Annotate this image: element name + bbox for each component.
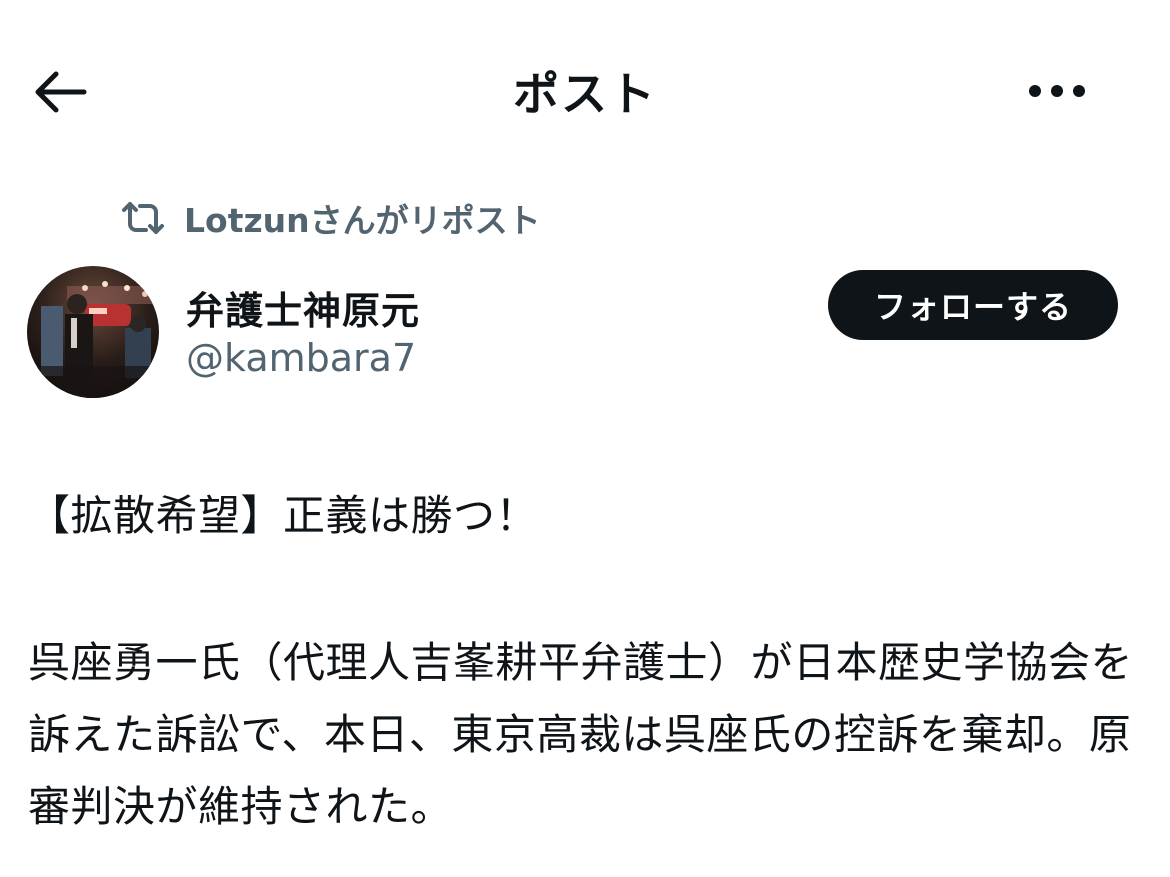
repost-indicator[interactable]: Lotzunさんがリポスト (120, 194, 541, 242)
post-text-paragraph: 呉座勇一氏（代理人吉峯耕平弁護士）が日本歴史学協会を訴えた訴訟で、本日、東京高裁… (28, 638, 1134, 831)
more-horizontal-icon (1029, 85, 1085, 97)
post-text-line: 【拡散希望】正義は勝つ！ (28, 491, 539, 540)
avatar[interactable] (27, 266, 159, 398)
top-bar: ポスト (0, 0, 1170, 180)
more-options-button[interactable] (1020, 64, 1094, 118)
post-text: 【拡散希望】正義は勝つ！ 呉座勇一氏（代理人吉峯耕平弁護士）が日本歴史学協会を訴… (28, 480, 1138, 843)
repost-icon (120, 198, 166, 238)
back-button[interactable] (28, 62, 92, 122)
author-handle[interactable]: @kambara7 (186, 336, 416, 380)
author-display-name[interactable]: 弁護士神原元 (186, 280, 420, 335)
repost-label: Lotzunさんがリポスト (184, 201, 541, 240)
arrow-left-icon (35, 71, 87, 113)
page-title: ポスト (513, 67, 657, 121)
follow-button[interactable]: フォローする (828, 270, 1118, 340)
avatar-photo (27, 266, 159, 398)
